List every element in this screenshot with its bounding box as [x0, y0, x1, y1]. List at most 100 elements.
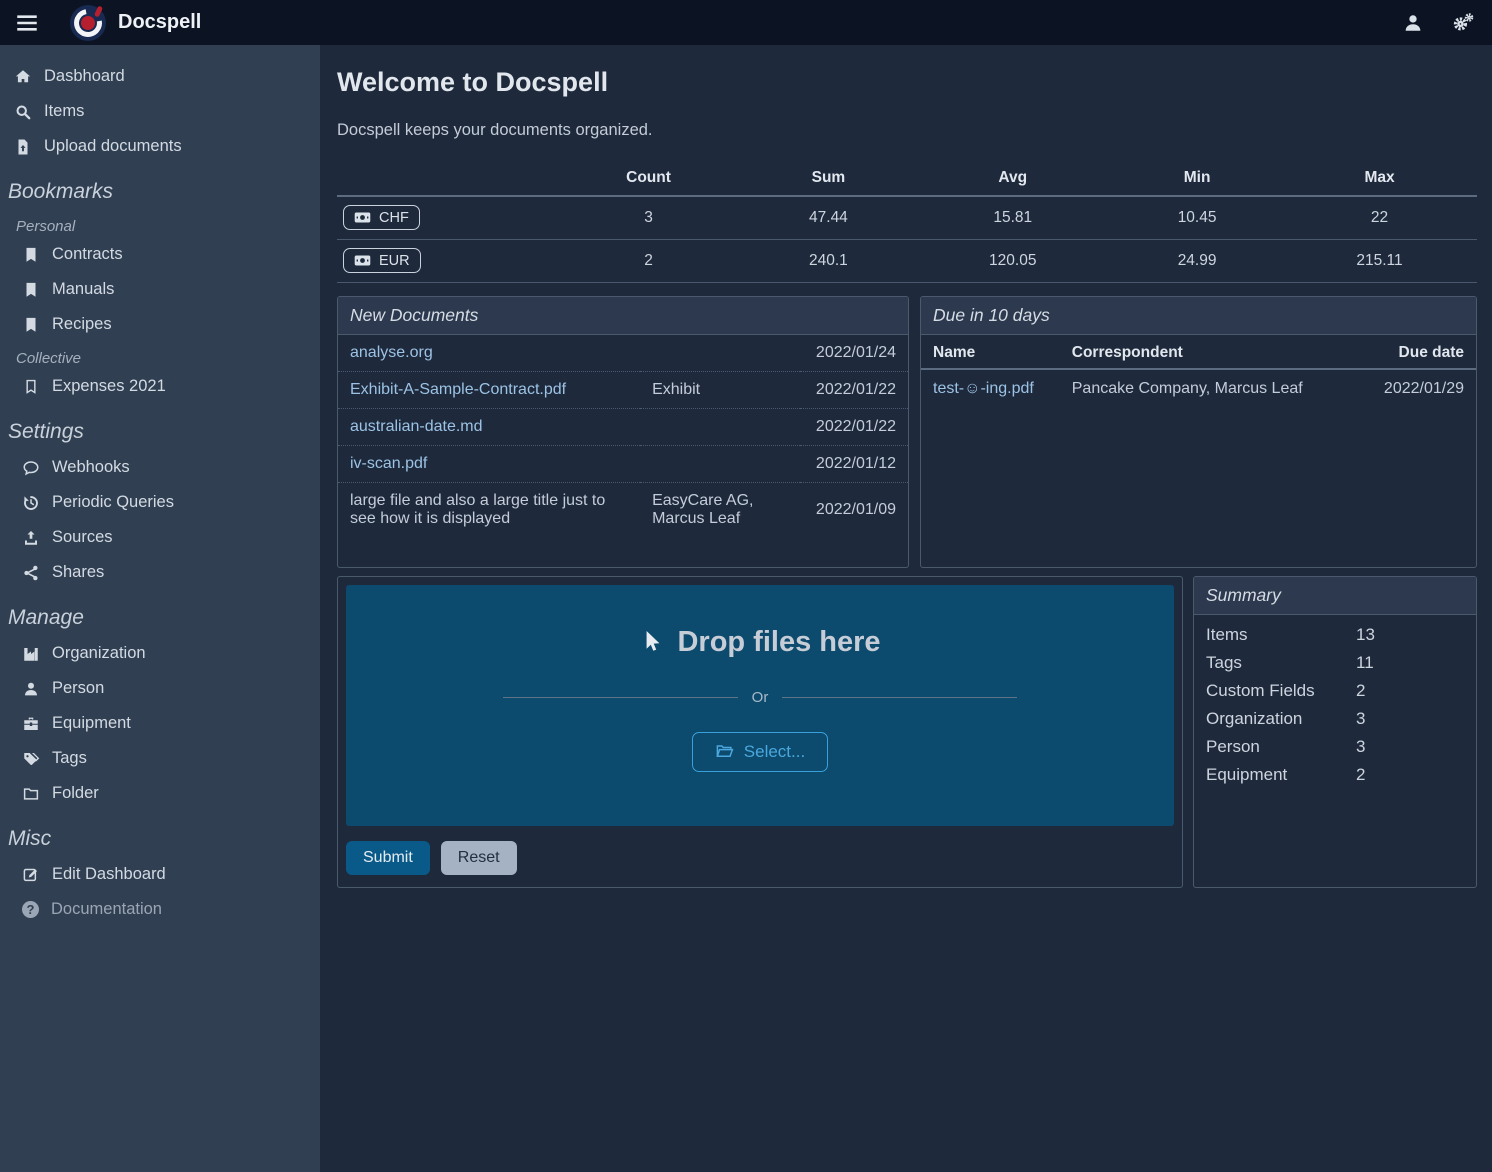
table-row: test-☺-ing.pdf Pancake Company, Marcus L…	[921, 369, 1476, 408]
sidebar-item-periodic-queries[interactable]: Periodic Queries	[0, 485, 320, 520]
summary-title: Summary	[1194, 577, 1476, 615]
file-drop-zone[interactable]: Drop files here Or Select...	[346, 585, 1174, 826]
doc-date: 2022/01/12	[800, 446, 908, 483]
sidebar-item-label: Webhooks	[52, 458, 130, 477]
currency-label: CHF	[379, 210, 409, 226]
summary-label: Custom Fields	[1206, 681, 1356, 701]
sidebar-item-manuals[interactable]: Manuals	[0, 272, 320, 307]
summary-label: Organization	[1206, 709, 1356, 729]
stats-header-row: Count Sum Avg Min Max	[337, 164, 1477, 196]
sidebar-item-items[interactable]: Items	[0, 94, 320, 129]
search-icon	[14, 103, 32, 121]
stats-row-eur: EUR 2 240.1 120.05 24.99 215.11	[337, 240, 1477, 283]
bookmark-icon	[22, 281, 40, 299]
sidebar-item-folder[interactable]: Folder	[0, 776, 320, 811]
sidebar-item-label: Edit Dashboard	[52, 865, 166, 884]
sidebar-item-contracts[interactable]: Contracts	[0, 237, 320, 272]
sidebar-section-bookmarks: Bookmarks	[0, 164, 320, 210]
summary-row-equipment: Equipment 2	[1194, 761, 1476, 789]
sidebar-item-label: Sources	[52, 528, 113, 547]
brand[interactable]: Docspell	[70, 5, 201, 41]
sidebar-item-recipes[interactable]: Recipes	[0, 307, 320, 342]
summary-value: 3	[1356, 737, 1464, 757]
summary-value: 11	[1356, 653, 1464, 673]
menu-bars-icon[interactable]	[14, 10, 40, 36]
home-icon	[14, 68, 32, 86]
currency-badge-chf[interactable]: CHF	[343, 205, 420, 230]
summary-value: 2	[1356, 681, 1464, 701]
sidebar-item-sources[interactable]: Sources	[0, 520, 320, 555]
stat-min: 10.45	[1112, 196, 1282, 240]
page-subtitle: Docspell keeps your documents organized.	[337, 121, 1477, 140]
doc-name-link[interactable]: Exhibit-A-Sample-Contract.pdf	[338, 372, 640, 409]
select-files-label: Select...	[744, 742, 805, 762]
table-row: iv-scan.pdf 2022/01/12	[338, 446, 908, 483]
due-header-correspondent: Correspondent	[1060, 337, 1354, 369]
stat-min: 24.99	[1112, 240, 1282, 283]
doc-correspondent: EasyCare AG, Marcus Leaf	[640, 483, 800, 538]
sidebar-section-misc: Misc	[0, 811, 320, 857]
sidebar-item-edit-dashboard[interactable]: Edit Dashboard	[0, 857, 320, 892]
drop-label-text: Drop files here	[677, 626, 880, 659]
doc-name-link[interactable]: large file and also a large title just t…	[338, 483, 640, 538]
doc-correspondent	[640, 335, 800, 372]
new-documents-title: New Documents	[338, 297, 908, 335]
doc-name-link[interactable]: test-☺-ing.pdf	[921, 369, 1060, 408]
drop-label: Drop files here	[639, 626, 880, 659]
doc-correspondent: Pancake Company, Marcus Leaf	[1060, 369, 1354, 408]
reset-button[interactable]: Reset	[441, 841, 517, 875]
summary-value: 13	[1356, 625, 1464, 645]
bookmarks-personal-label: Personal	[0, 210, 320, 237]
doc-correspondent	[640, 409, 800, 446]
sidebar-item-shares[interactable]: Shares	[0, 555, 320, 590]
due-table: Name Correspondent Due date test-☺-ing.p…	[921, 337, 1476, 408]
submit-button[interactable]: Submit	[346, 841, 430, 875]
stat-sum: 47.44	[743, 196, 913, 240]
doc-date: 2022/01/22	[800, 409, 908, 446]
stats-table: Count Sum Avg Min Max CHF 3 47.	[337, 164, 1477, 283]
doc-name-link[interactable]: iv-scan.pdf	[338, 446, 640, 483]
summary-label: Person	[1206, 737, 1356, 757]
main-content: Welcome to Docspell Docspell keeps your …	[320, 45, 1492, 1172]
due-header-name: Name	[921, 337, 1060, 369]
summary-panel: Summary Items 13 Tags 11 Custom Fields 2	[1193, 576, 1477, 888]
cogs-icon[interactable]	[1452, 12, 1474, 34]
doc-correspondent: Exhibit	[640, 372, 800, 409]
table-row: large file and also a large title just t…	[338, 483, 908, 538]
sidebar-item-label: Documentation	[51, 900, 162, 919]
sidebar-item-organization[interactable]: Organization	[0, 636, 320, 671]
sidebar-item-label: Upload documents	[44, 137, 182, 156]
sidebar-item-documentation[interactable]: ? Documentation	[0, 892, 320, 927]
sidebar-section-manage: Manage	[0, 590, 320, 636]
due-header-date: Due date	[1354, 337, 1476, 369]
sidebar-item-label: Items	[44, 102, 84, 121]
doc-due-date: 2022/01/29	[1354, 369, 1476, 408]
stats-header-sum: Sum	[743, 164, 913, 196]
sidebar-item-expenses-2021[interactable]: Expenses 2021	[0, 369, 320, 404]
bookmarks-collective-label: Collective	[0, 342, 320, 369]
app-title: Docspell	[118, 11, 201, 34]
stats-header-max: Max	[1282, 164, 1477, 196]
sidebar-item-upload-documents[interactable]: Upload documents	[0, 129, 320, 164]
sidebar-item-equipment[interactable]: Equipment	[0, 706, 320, 741]
select-files-button[interactable]: Select...	[692, 732, 828, 772]
sidebar-item-person[interactable]: Person	[0, 671, 320, 706]
money-bill-icon	[354, 252, 371, 269]
money-bill-icon	[354, 209, 371, 226]
sidebar-item-tags[interactable]: Tags	[0, 741, 320, 776]
currency-label: EUR	[379, 253, 410, 269]
summary-row-items: Items 13	[1194, 621, 1476, 649]
sidebar-item-label: Manuals	[52, 280, 114, 299]
sidebar-section-settings: Settings	[0, 404, 320, 450]
user-icon[interactable]	[1402, 12, 1424, 34]
sidebar-item-webhooks[interactable]: Webhooks	[0, 450, 320, 485]
sidebar-item-label: Contracts	[52, 245, 123, 264]
summary-row-tags: Tags 11	[1194, 649, 1476, 677]
sidebar-item-dashboard[interactable]: Dasbhoard	[0, 59, 320, 94]
currency-badge-eur[interactable]: EUR	[343, 248, 421, 273]
doc-name-link[interactable]: australian-date.md	[338, 409, 640, 446]
doc-name-link[interactable]: analyse.org	[338, 335, 640, 372]
sidebar-item-label: Folder	[52, 784, 99, 803]
mouse-pointer-icon	[639, 629, 665, 655]
sidebar-item-label: Dasbhoard	[44, 67, 125, 86]
